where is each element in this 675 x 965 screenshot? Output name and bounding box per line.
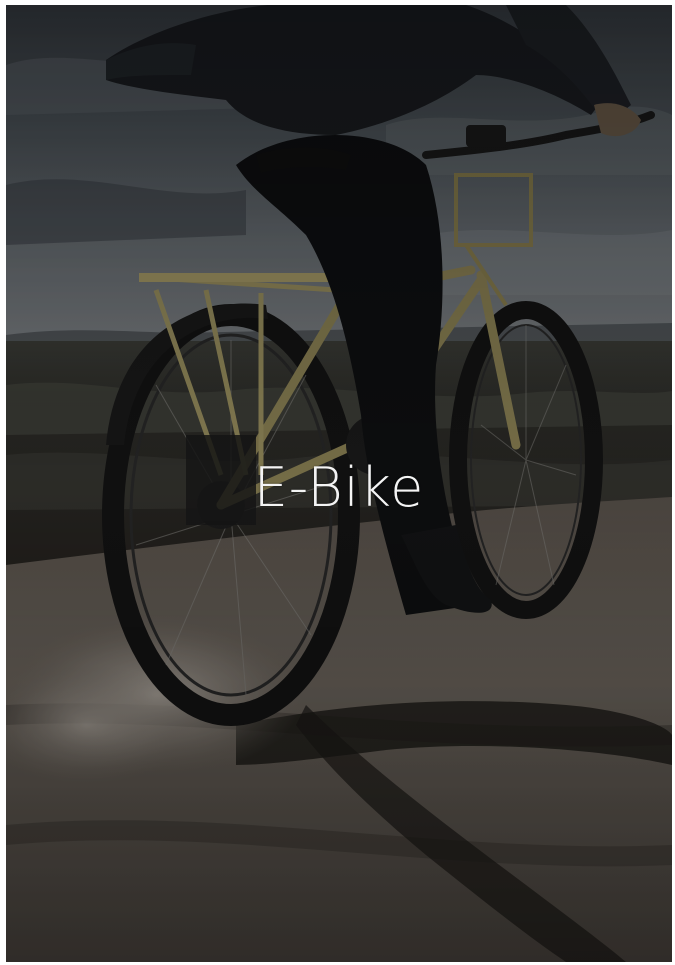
e-bike-category-tile[interactable]: E-Bike bbox=[6, 5, 672, 962]
page: E-Bike bbox=[0, 0, 675, 965]
category-title: E-Bike bbox=[253, 456, 425, 519]
